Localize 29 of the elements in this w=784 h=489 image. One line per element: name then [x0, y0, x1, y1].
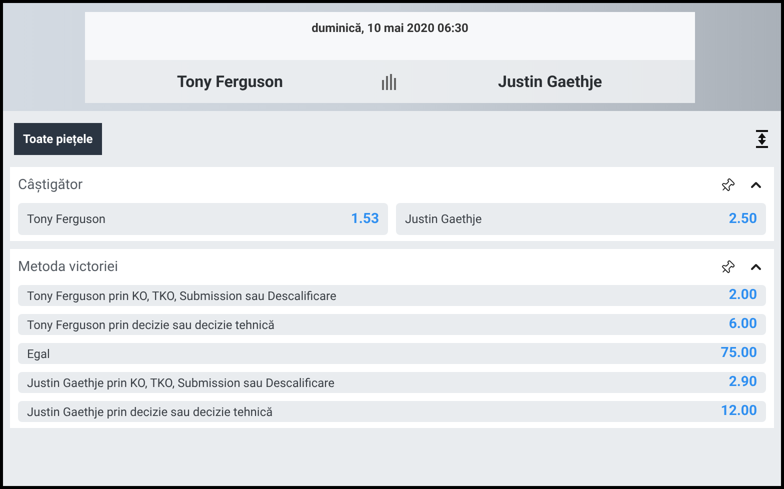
selection-name: Tony Ferguson prin KO, TKO, Submission sau Descalificare [27, 288, 336, 304]
selection-name: Egal [27, 346, 50, 362]
all-markets-button[interactable]: Toate piețele [14, 123, 102, 155]
odds-button[interactable]: Tony Ferguson prin KO, TKO, Submission sau Descalificare 2.00 [18, 285, 766, 306]
odds-value: 1.53 [350, 210, 379, 228]
odds-button[interactable]: Justin Gaethje prin KO, TKO, Submission sau Descalificare 2.90 [18, 372, 766, 393]
fighter-name: Justin Gaethje [497, 70, 603, 92]
collapse-all-icon[interactable] [756, 130, 768, 148]
event-date: duminică, 10 mai 2020 06:30 [312, 20, 468, 37]
market-title: Câștigător [18, 176, 84, 194]
odds-button[interactable]: Tony Ferguson prin decizie sau decizie tehnică 6.00 [18, 314, 766, 335]
odds-button[interactable]: Tony Ferguson 1.53 [18, 203, 388, 235]
selection-name: Tony Ferguson [27, 211, 106, 228]
odds-button[interactable]: Egal 75.00 [18, 343, 766, 364]
odds-value: 2.90 [728, 373, 757, 392]
odds-value: 75.00 [720, 344, 757, 363]
odds-button[interactable]: Justin Gaethje prin decizie sau decizie tehnică 12.00 [18, 401, 766, 422]
selection-name: Tony Ferguson prin decizie sau decizie tehnică [27, 316, 274, 334]
market-title: Metoda victoriei [18, 258, 119, 276]
selection-name: Justin Gaethje prin KO, TKO, Submission sau Descalificare [27, 374, 334, 392]
selection-name: Justin Gaethje prin decizie sau decizie tehnică [27, 404, 273, 420]
stats-icon [381, 74, 399, 90]
odds-value: 6.00 [728, 315, 757, 334]
fighter-name: Tony Ferguson [176, 70, 284, 92]
odds-value: 2.50 [728, 210, 757, 228]
odds-value: 2.00 [728, 286, 757, 305]
odds-value: 12.00 [720, 402, 757, 421]
odds-button[interactable]: Justin Gaethje 2.50 [396, 203, 766, 235]
selection-name: Justin Gaethje [405, 211, 482, 228]
